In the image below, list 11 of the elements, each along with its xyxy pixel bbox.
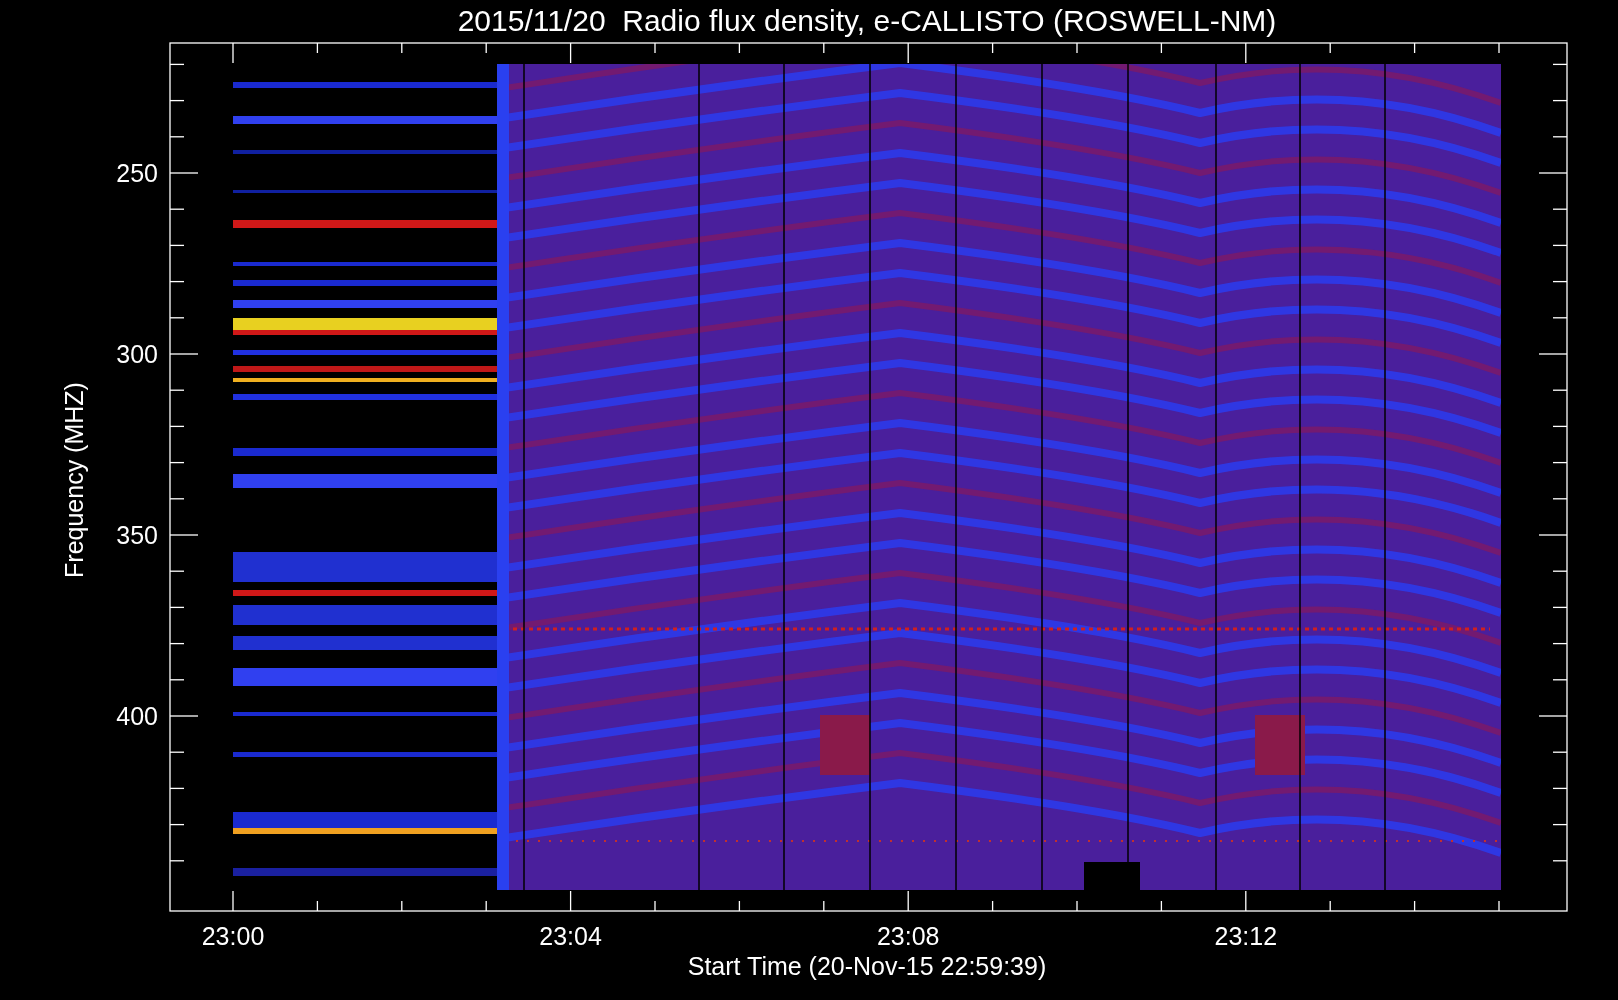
tick-label: 23:12: [1214, 922, 1278, 950]
tick-label: 400: [116, 702, 158, 730]
chart-title: 2015/11/20 Radio flux density, e-CALLISTO (ROSWELL-NM): [457, 4, 1277, 37]
tick-label: 23:04: [539, 922, 602, 950]
axis-title: Frequency (MHZ): [60, 382, 88, 578]
tick-label: 23:00: [201, 922, 265, 950]
tick-label: 250: [116, 159, 158, 187]
tick-label: 23:08: [876, 922, 940, 950]
tick-label: 300: [116, 340, 158, 368]
axis-title: Start Time (20-Nov-15 22:59:39): [687, 952, 1047, 980]
tick-label: 350: [116, 521, 158, 549]
